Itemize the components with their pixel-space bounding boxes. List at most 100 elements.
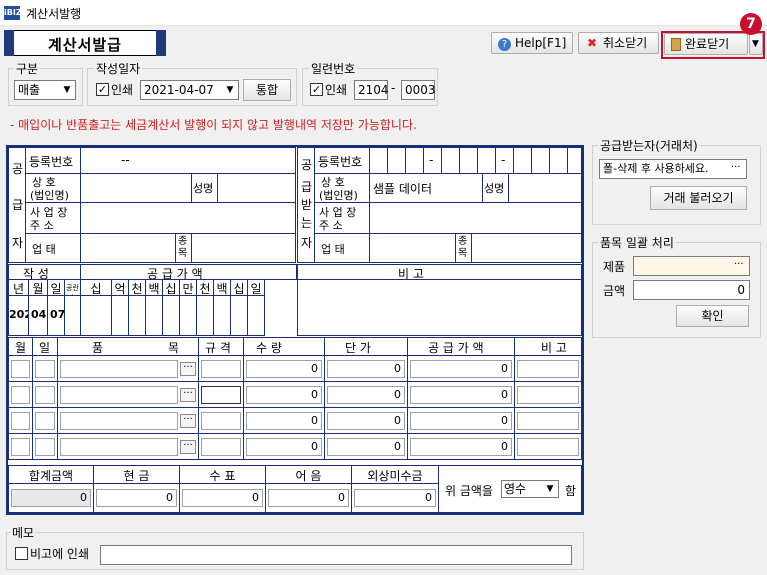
spec-input[interactable]: [201, 438, 241, 456]
spec-input[interactable]: [201, 386, 241, 404]
day-input[interactable]: [35, 360, 55, 378]
serial-part1-input[interactable]: 2104: [354, 80, 389, 100]
amount-col-value[interactable]: 04: [28, 295, 48, 336]
amount-col-value[interactable]: [196, 295, 214, 336]
reg-digit-box[interactable]: -: [495, 147, 514, 174]
totals-value[interactable]: 0: [354, 489, 436, 507]
amount-col-value[interactable]: [162, 295, 180, 336]
receiver-side-char: 는: [301, 216, 313, 230]
serial-part2-input[interactable]: 0003: [401, 80, 436, 100]
supplier-name-cell[interactable]: [80, 173, 192, 203]
reg-digit-box[interactable]: -: [423, 147, 442, 174]
spec-input[interactable]: [201, 412, 241, 430]
amount-col-value[interactable]: [230, 295, 248, 336]
bulk-product-search-button[interactable]: ···: [734, 259, 744, 270]
reg-digit-box[interactable]: [531, 147, 550, 174]
serial-print-checkbox[interactable]: ✓: [310, 83, 323, 96]
remark-input[interactable]: [517, 386, 579, 404]
item-search-button[interactable]: ···: [180, 440, 196, 454]
price-input[interactable]: 0: [327, 360, 405, 378]
supplier-rep-cell[interactable]: [217, 173, 296, 203]
receiver-rep-cell[interactable]: [508, 173, 582, 203]
amount-col-value[interactable]: 2021: [8, 295, 40, 336]
reg-digit-box[interactable]: [441, 147, 460, 174]
amount-input[interactable]: 0: [410, 412, 512, 430]
remark-input[interactable]: [517, 360, 579, 378]
partner-search-button[interactable]: ···: [731, 162, 741, 173]
receipt-type-value: 영수: [504, 482, 527, 496]
receipt-type-select[interactable]: 영수 ▼: [501, 480, 559, 498]
banner-right-cap: [156, 30, 166, 56]
item-name-input[interactable]: [60, 412, 178, 430]
item-name-input[interactable]: [60, 438, 178, 456]
receiver-item-cell[interactable]: [471, 233, 582, 263]
receiver-biz-cell[interactable]: [369, 233, 456, 263]
reg-digit-box[interactable]: [369, 147, 388, 174]
combine-button[interactable]: 통합: [243, 79, 291, 101]
help-button[interactable]: ? Help[F1]: [491, 32, 573, 54]
memo-print-checkbox[interactable]: [15, 547, 28, 560]
reg-digit-box[interactable]: [549, 147, 568, 174]
amount-col-value[interactable]: [179, 295, 197, 336]
reg-digit-box[interactable]: [477, 147, 496, 174]
price-input[interactable]: 0: [327, 412, 405, 430]
amount-col-value[interactable]: [213, 295, 231, 336]
qty-input[interactable]: 0: [246, 412, 322, 430]
bulk-product-input[interactable]: [633, 256, 750, 276]
amount-col-value[interactable]: [80, 295, 112, 336]
amount-col-value[interactable]: 07: [47, 295, 65, 336]
bulk-amount-input[interactable]: 0: [633, 280, 750, 300]
gubun-select[interactable]: 매출 ▼: [14, 80, 76, 100]
day-input[interactable]: [11, 412, 30, 430]
cancel-close-button[interactable]: ✖ 취소닫기: [578, 32, 659, 54]
amount-col-value[interactable]: [145, 295, 163, 336]
amount-col-value[interactable]: [64, 295, 81, 336]
item-name-input[interactable]: [60, 386, 178, 404]
reg-digit-box[interactable]: [513, 147, 532, 174]
bulk-confirm-button[interactable]: 확인: [676, 305, 749, 327]
supplier-item-cell[interactable]: [191, 233, 296, 263]
item-search-button[interactable]: ···: [180, 362, 196, 376]
day-input[interactable]: [35, 386, 55, 404]
totals-value[interactable]: 0: [268, 489, 349, 507]
reg-digit-box[interactable]: [405, 147, 424, 174]
date-print-checkbox[interactable]: ✓: [96, 83, 109, 96]
day-input[interactable]: [35, 438, 55, 456]
item-name-input[interactable]: [60, 360, 178, 378]
day-input[interactable]: [35, 412, 55, 430]
qty-input[interactable]: 0: [246, 386, 322, 404]
day-input[interactable]: [11, 438, 30, 456]
price-input[interactable]: 0: [327, 386, 405, 404]
memo-input[interactable]: [100, 545, 572, 565]
day-input[interactable]: [11, 386, 30, 404]
amount-input[interactable]: 0: [410, 438, 512, 456]
totals-value[interactable]: 0: [182, 489, 263, 507]
date-picker[interactable]: 2021-04-07 ▼: [140, 80, 239, 100]
price-input[interactable]: 0: [327, 438, 405, 456]
supplier-addr-cell[interactable]: [80, 202, 296, 234]
remark-input[interactable]: [517, 438, 579, 456]
receiver-name-cell[interactable]: 샘플 데이터: [369, 173, 483, 203]
amount-col-value[interactable]: [247, 295, 265, 336]
supplier-biz-cell[interactable]: [80, 233, 176, 263]
item-search-button[interactable]: ···: [180, 388, 196, 402]
amount-col-value[interactable]: [111, 295, 129, 336]
load-partner-button[interactable]: 거래 불러오기: [650, 186, 747, 210]
reg-digit-box[interactable]: [459, 147, 478, 174]
item-search-button[interactable]: ···: [180, 414, 196, 428]
reg-digit-box[interactable]: [567, 147, 582, 174]
amount-input[interactable]: 0: [410, 386, 512, 404]
supplier-rep-label-cell: 성명: [191, 173, 218, 203]
amount-col-value[interactable]: [128, 295, 146, 336]
remark-input[interactable]: [517, 412, 579, 430]
totals-value[interactable]: 0: [96, 489, 177, 507]
qty-input[interactable]: 0: [246, 438, 322, 456]
day-input[interactable]: [11, 360, 30, 378]
receiver-addr-cell[interactable]: [369, 202, 582, 234]
amount-input[interactable]: 0: [410, 360, 512, 378]
partner-input[interactable]: 폴-삭제 후 사용하세요.: [599, 159, 747, 179]
remark-cell[interactable]: [297, 279, 582, 336]
reg-digit-box[interactable]: [387, 147, 406, 174]
qty-input[interactable]: 0: [246, 360, 322, 378]
spec-input[interactable]: [201, 360, 241, 378]
